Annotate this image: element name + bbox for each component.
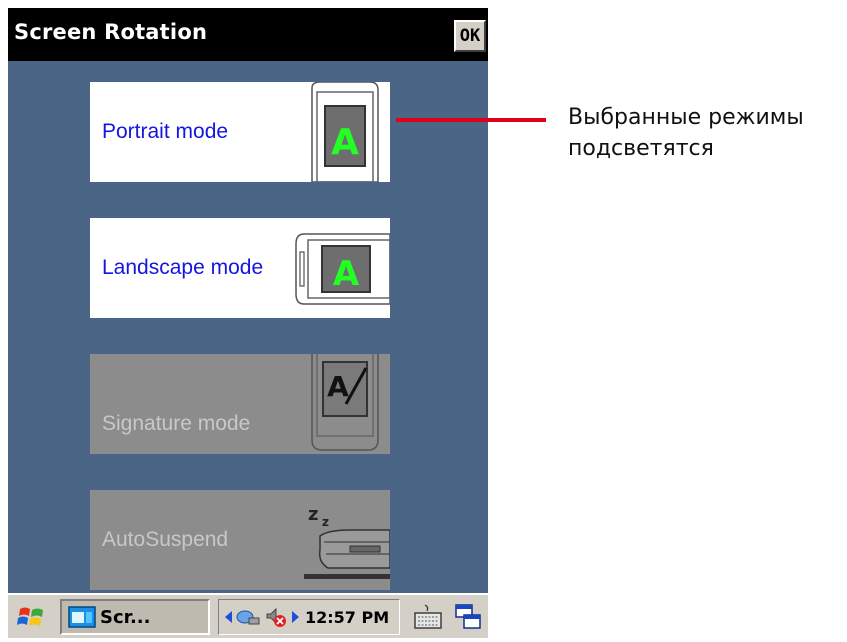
svg-text:A: A — [333, 254, 360, 294]
start-button[interactable] — [10, 599, 54, 635]
windows-start-icon — [17, 607, 43, 626]
svg-text:z: z — [322, 515, 329, 529]
landscape-mode-label: Landscape mode — [102, 256, 264, 279]
autosuspend-label: AutoSuspend — [102, 528, 229, 551]
keyboard-icon — [414, 604, 442, 629]
switch-windows-button[interactable] — [450, 599, 486, 635]
window-title: Screen Rotation — [14, 20, 208, 44]
callout-line — [396, 118, 546, 122]
signature-mode-label: Signature mode — [102, 412, 251, 435]
svg-text:A: A — [331, 122, 359, 163]
task-label: Scr... — [100, 606, 151, 628]
task-button[interactable]: Scr... — [60, 599, 210, 635]
svg-text:z: z — [308, 504, 318, 525]
app-window-icon — [68, 606, 96, 628]
callout-text: Выбранные режимы подсветятся — [568, 102, 804, 164]
ok-button[interactable]: OK — [454, 20, 486, 52]
landscape-mode-button[interactable]: Landscape mode A — [90, 218, 390, 318]
taskbar: Scr... 12:57 PM — [8, 593, 488, 638]
landscape-device-icon: A — [295, 233, 390, 305]
portrait-mode-label: Portrait mode — [102, 120, 229, 143]
portrait-device-icon: A — [311, 82, 379, 182]
clock[interactable]: 12:57 PM — [305, 608, 389, 627]
system-tray: 12:57 PM — [218, 599, 400, 635]
portrait-mode-button[interactable]: Portrait mode A — [90, 82, 390, 182]
autosuspend-button[interactable]: AutoSuspend z z — [90, 490, 390, 590]
volume-muted-icon[interactable] — [265, 606, 287, 628]
keyboard-button[interactable] — [410, 599, 446, 635]
callout-line-2: подсветятся — [568, 136, 714, 161]
network-icon[interactable] — [235, 606, 261, 628]
title-bar: Screen Rotation OK — [8, 8, 488, 61]
tray-right-arrow-icon[interactable] — [291, 611, 299, 623]
svg-text:A: A — [327, 370, 349, 403]
signature-mode-button[interactable]: Signature mode A — [90, 354, 390, 454]
device-screen: Screen Rotation OK Portrait mode A Lands… — [8, 8, 488, 638]
callout-line-1: Выбранные режимы — [568, 105, 804, 130]
tray-left-arrow-icon[interactable] — [225, 611, 233, 623]
signature-device-icon: A — [311, 354, 379, 451]
switch-windows-icon — [455, 604, 481, 629]
sleep-printer-icon: z z — [304, 504, 390, 579]
mode-panel: Portrait mode A Landscape mode A Signatu… — [8, 61, 488, 593]
